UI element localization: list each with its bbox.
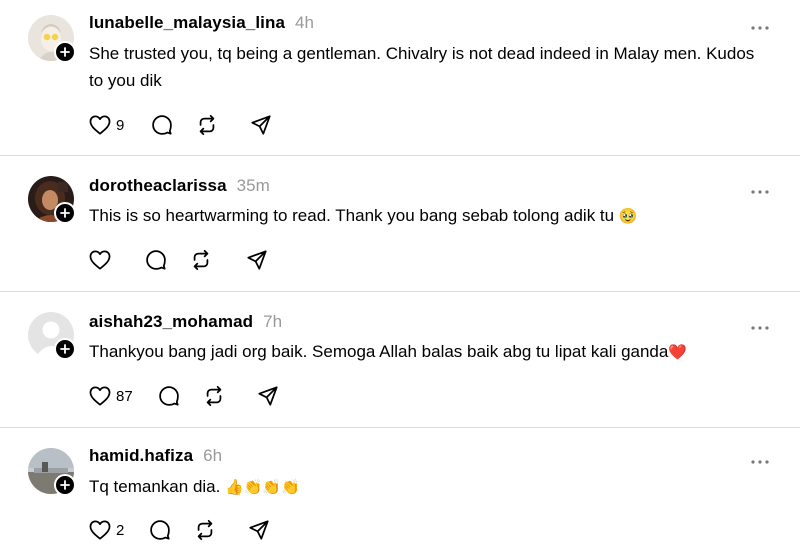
- like-count: 2: [116, 521, 125, 539]
- like-count: 87: [116, 387, 133, 405]
- send-icon: [251, 115, 271, 135]
- repost-icon: [200, 114, 215, 136]
- follow-plus-icon[interactable]: [54, 41, 76, 63]
- repost-icon: [206, 385, 221, 407]
- more-options-icon[interactable]: [750, 318, 770, 330]
- follow-plus-icon[interactable]: [54, 202, 76, 224]
- post-text-content: This is so heartwarming to read. Thank y…: [89, 206, 615, 225]
- comment-bubble-icon: [158, 386, 179, 406]
- emoji: 🥹: [618, 207, 638, 225]
- username[interactable]: lunabelle_malaysia_lina: [89, 13, 285, 33]
- timestamp: 7h: [263, 312, 283, 331]
- post-text: This is so heartwarming to read. Thank y…: [89, 202, 779, 230]
- like-button[interactable]: 2: [89, 518, 124, 542]
- heart-icon: [89, 386, 111, 406]
- repost-button[interactable]: [203, 384, 225, 408]
- like-button[interactable]: 87: [89, 384, 133, 408]
- repost-button[interactable]: [194, 518, 216, 542]
- heart-icon: [89, 115, 111, 135]
- post-header: dorotheaclarissa 35m: [89, 176, 270, 196]
- emoji: ❤️: [668, 343, 688, 361]
- post-text: She trusted you, tq being a gentleman. C…: [89, 44, 755, 90]
- repost-button[interactable]: [190, 248, 212, 272]
- action-bar: 9: [89, 113, 272, 137]
- heart-icon: [89, 520, 111, 540]
- share-button[interactable]: [250, 113, 272, 137]
- repost-icon: [193, 249, 209, 271]
- thread-reply: hamid.hafiza 6h Tq temankan dia. 👍👏👏👏 2: [0, 428, 800, 560]
- post-text: Tq temankan dia. 👍👏👏👏: [89, 473, 779, 501]
- post-text-content: Tq temankan dia.: [89, 477, 226, 496]
- reply-button[interactable]: [145, 248, 167, 272]
- heart-icon: [89, 250, 111, 270]
- send-icon: [258, 386, 278, 406]
- send-icon: [247, 250, 267, 270]
- username[interactable]: aishah23_mohamad: [89, 312, 253, 332]
- action-bar: 2: [89, 518, 270, 542]
- post-header: lunabelle_malaysia_lina 4h: [89, 13, 314, 33]
- comment-bubble-icon: [146, 250, 166, 270]
- action-bar: 87: [89, 384, 279, 408]
- more-options-icon[interactable]: [750, 182, 770, 194]
- post-text-content: Thankyou bang jadi org baik. Semoga Alla…: [89, 342, 669, 361]
- avatar[interactable]: [28, 176, 76, 224]
- username[interactable]: hamid.hafiza: [89, 446, 193, 466]
- share-button[interactable]: [246, 248, 268, 272]
- comment-bubble-icon: [150, 520, 171, 540]
- more-options-icon[interactable]: [750, 18, 770, 30]
- post-header: aishah23_mohamad 7h: [89, 312, 282, 332]
- follow-plus-icon[interactable]: [54, 338, 76, 360]
- reply-button[interactable]: [149, 518, 171, 542]
- timestamp: 35m: [236, 176, 270, 195]
- post-header: hamid.hafiza 6h: [89, 446, 222, 466]
- emoji: 👍👏👏👏: [225, 478, 300, 496]
- repost-button[interactable]: [196, 113, 218, 137]
- repost-icon: [198, 519, 213, 541]
- action-bar: [89, 248, 268, 272]
- avatar[interactable]: [28, 312, 76, 360]
- avatar[interactable]: [28, 448, 76, 496]
- timestamp: 6h: [203, 446, 223, 465]
- follow-plus-icon[interactable]: [54, 474, 76, 496]
- thread-reply: dorotheaclarissa 35m This is so heartwar…: [0, 156, 800, 291]
- username[interactable]: dorotheaclarissa: [89, 176, 227, 196]
- thread-reply: lunabelle_malaysia_lina 4h She trusted y…: [0, 0, 800, 155]
- like-count: 9: [116, 116, 125, 134]
- reply-button[interactable]: [158, 384, 180, 408]
- avatar[interactable]: [28, 15, 76, 63]
- more-options-icon[interactable]: [750, 452, 770, 464]
- thread-reply: aishah23_mohamad 7h Thankyou bang jadi o…: [0, 292, 800, 427]
- timestamp: 4h: [295, 13, 314, 32]
- reply-button[interactable]: [151, 113, 173, 137]
- comment-bubble-icon: [152, 115, 173, 135]
- post-text: Thankyou bang jadi org baik. Semoga Alla…: [89, 338, 779, 366]
- share-button[interactable]: [248, 518, 270, 542]
- send-icon: [249, 520, 269, 540]
- like-button[interactable]: [89, 248, 111, 272]
- share-button[interactable]: [257, 384, 279, 408]
- like-button[interactable]: 9: [89, 113, 124, 137]
